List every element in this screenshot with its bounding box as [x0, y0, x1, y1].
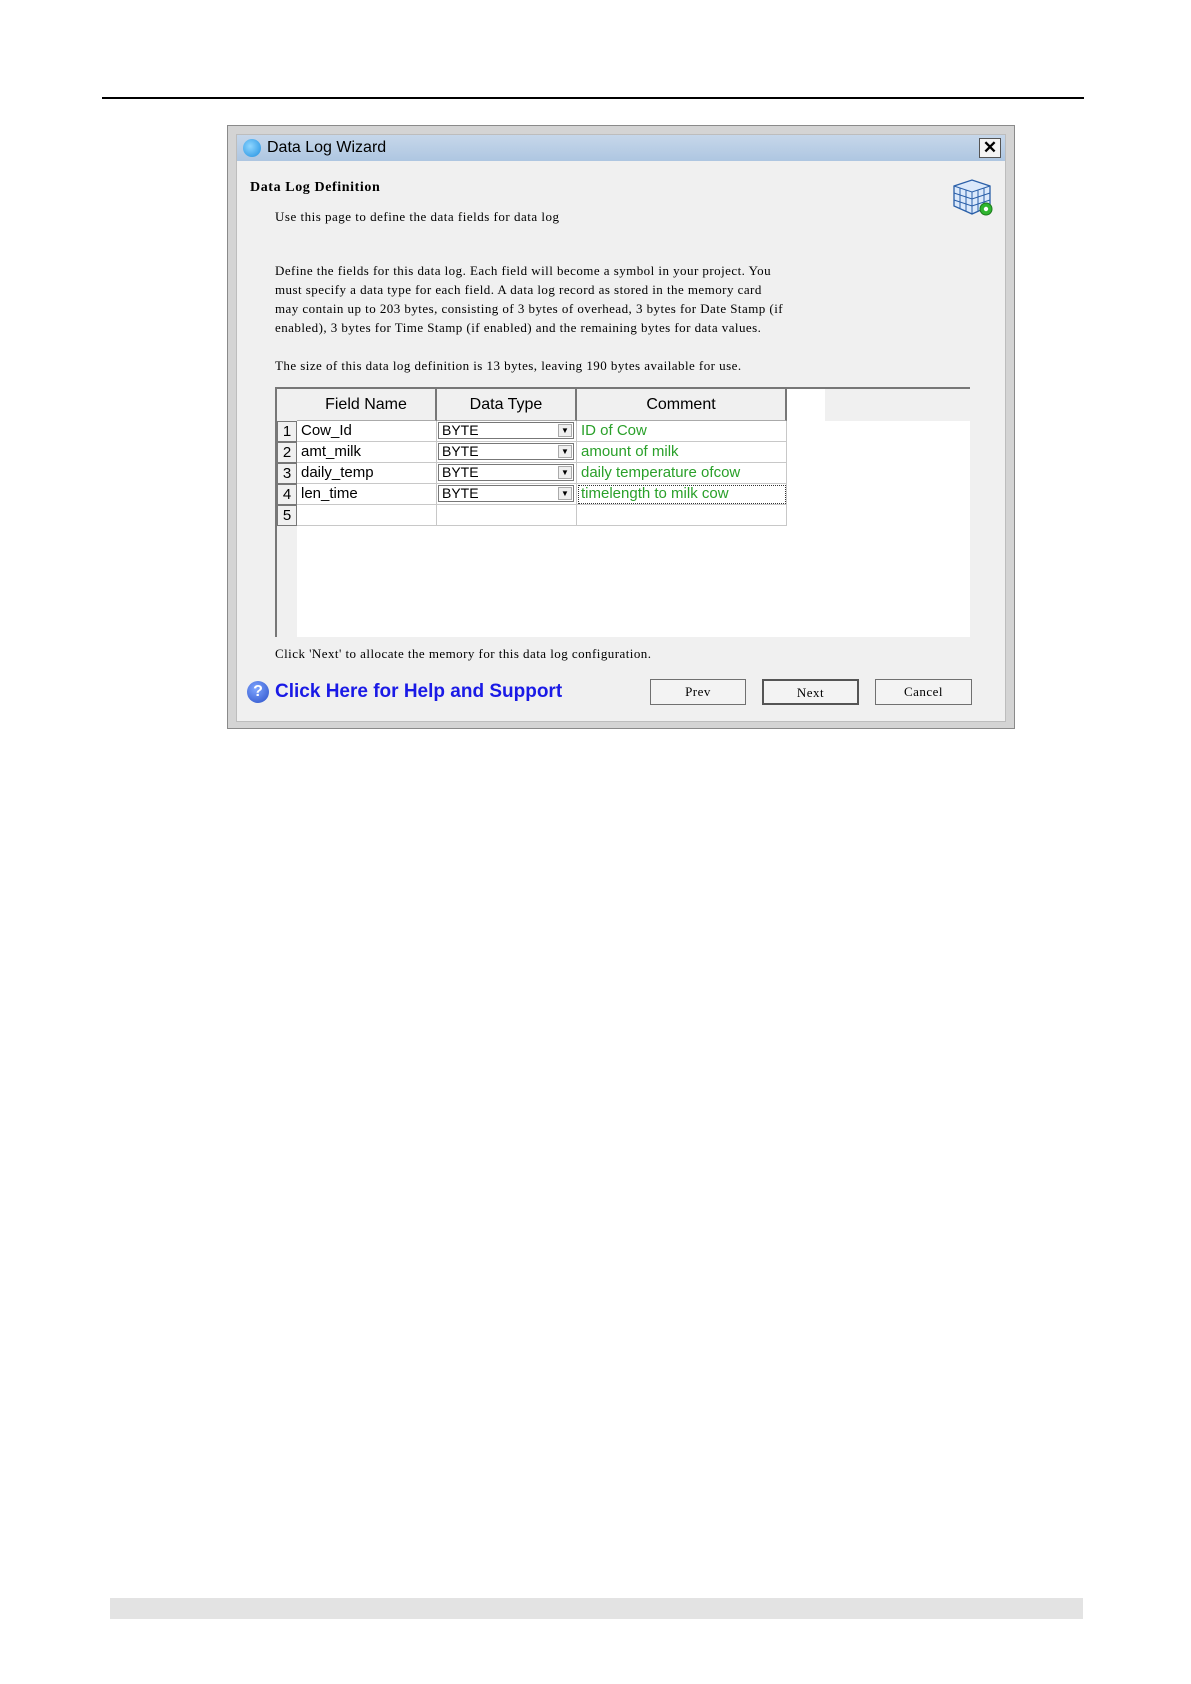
field-name-cell[interactable]: daily_temp	[297, 463, 437, 484]
data-type-value: BYTE	[442, 464, 479, 480]
data-type-select[interactable]: BYTE ▼	[438, 464, 574, 481]
data-log-wizard-icon	[953, 179, 993, 216]
field-name-cell[interactable]: len_time	[297, 484, 437, 505]
description-line: must specify a data type for each field.…	[275, 282, 762, 297]
column-header-field-name[interactable]: Field Name	[297, 389, 437, 421]
comment-cell[interactable]: ID of Cow	[577, 421, 787, 442]
field-definition-grid[interactable]: Field Name Data Type Comment 1 Cow_Id BY…	[275, 387, 970, 637]
close-button[interactable]: ✕	[979, 138, 1001, 158]
page-header-rule	[102, 97, 1084, 99]
column-header-data-type[interactable]: Data Type	[437, 389, 577, 421]
field-name-cell[interactable]: Cow_Id	[297, 421, 437, 442]
description-line: enabled), 3 bytes for Time Stamp (if ena…	[275, 320, 762, 335]
cancel-button[interactable]: Cancel	[875, 679, 972, 705]
data-type-value: BYTE	[442, 443, 479, 459]
row-number[interactable]: 5	[277, 505, 297, 526]
page-subtitle: Use this page to define the data fields …	[275, 209, 560, 224]
comment-cell[interactable]: timelength to milk cow	[577, 484, 787, 505]
page-footer-bar	[110, 1598, 1083, 1619]
prev-button[interactable]: Prev	[650, 679, 746, 705]
data-type-cell[interactable]: BYTE ▼	[437, 463, 577, 484]
data-type-value: BYTE	[442, 485, 479, 501]
comment-cell[interactable]: amount of milk	[577, 442, 787, 463]
data-type-select[interactable]: BYTE ▼	[438, 485, 574, 502]
dialog-body: Data Log Wizard ✕ Data Log Definition Us…	[236, 134, 1006, 722]
chevron-down-icon[interactable]: ▼	[558, 445, 572, 458]
row-number[interactable]: 1	[277, 421, 297, 442]
app-icon	[243, 139, 261, 157]
column-header-comment[interactable]: Comment	[577, 389, 787, 421]
page-heading: Data Log Definition	[250, 180, 381, 195]
field-name-cell[interactable]: amt_milk	[297, 442, 437, 463]
data-type-select[interactable]: BYTE ▼	[438, 422, 574, 439]
data-type-select[interactable]: BYTE ▼	[438, 443, 574, 460]
data-type-cell[interactable]: BYTE ▼	[437, 421, 577, 442]
data-type-cell[interactable]: BYTE ▼	[437, 442, 577, 463]
data-type-cell[interactable]: BYTE ▼	[437, 484, 577, 505]
next-instruction: Click 'Next' to allocate the memory for …	[275, 646, 652, 661]
data-type-value: BYTE	[442, 422, 479, 438]
description-line: may contain up to 203 bytes, consisting …	[275, 301, 784, 316]
row-number[interactable]: 4	[277, 484, 297, 505]
chevron-down-icon[interactable]: ▼	[558, 466, 572, 479]
window-title: Data Log Wizard	[267, 139, 387, 156]
chevron-down-icon[interactable]: ▼	[558, 487, 572, 500]
page-description: Define the fields for this data log. Eac…	[275, 261, 965, 337]
next-button[interactable]: Next	[762, 679, 859, 705]
data-type-cell[interactable]	[437, 505, 577, 526]
data-log-wizard-dialog: Data Log Wizard ✕ Data Log Definition Us…	[227, 125, 1015, 729]
chevron-down-icon[interactable]: ▼	[558, 424, 572, 437]
comment-cell[interactable]	[577, 505, 787, 526]
help-support-link[interactable]: Click Here for Help and Support	[275, 681, 562, 703]
title-bar[interactable]: Data Log Wizard ✕	[237, 135, 1005, 161]
size-summary: The size of this data log definition is …	[275, 358, 742, 373]
row-number[interactable]: 2	[277, 442, 297, 463]
grid-header-filler	[825, 389, 970, 421]
question-icon[interactable]: ?	[247, 681, 269, 703]
row-number[interactable]: 3	[277, 463, 297, 484]
description-line: Define the fields for this data log. Eac…	[275, 263, 772, 278]
comment-cell[interactable]: daily temperature ofcow	[577, 463, 787, 484]
field-name-cell[interactable]	[297, 505, 437, 526]
